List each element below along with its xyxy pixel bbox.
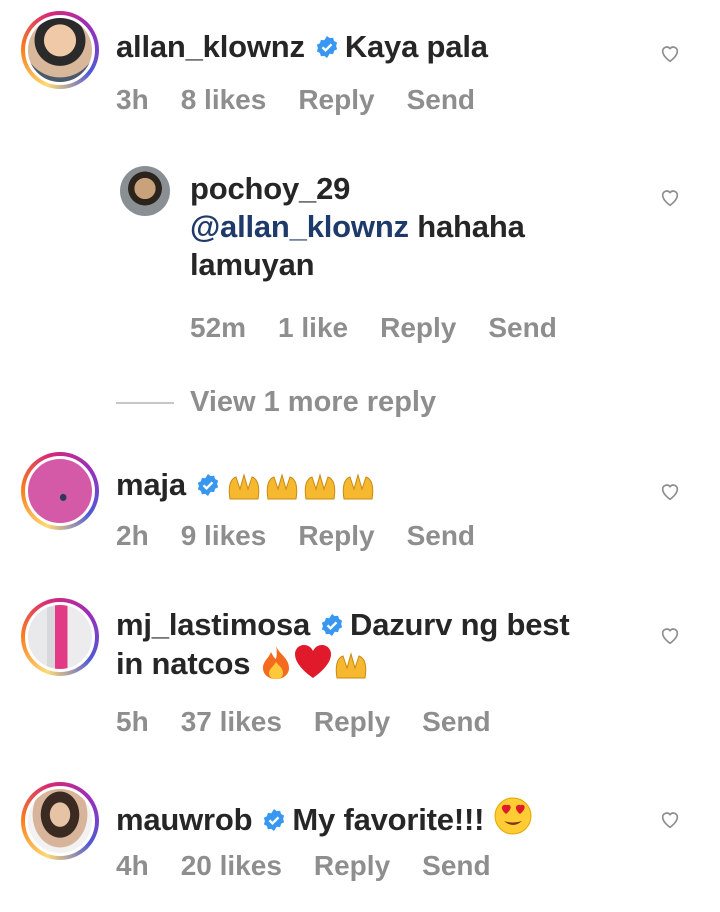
comment-body: maja [116, 466, 376, 510]
heart-outline-icon[interactable] [659, 42, 681, 64]
replies-divider [116, 402, 174, 404]
fire-emoji [259, 644, 293, 689]
comment-body: mj_lastimosa Dazurv ng best in natcos [116, 606, 570, 689]
view-more-replies-link[interactable]: View 1 more reply [190, 386, 436, 419]
red-heart-emoji [293, 644, 333, 689]
comment-meta: 3h 8 likes Reply Send [116, 84, 507, 116]
timestamp: 3h [116, 84, 149, 115]
verified-badge-icon [264, 809, 285, 831]
raised-hands-emoji [333, 648, 371, 689]
avatar [25, 456, 95, 526]
avatar [25, 786, 95, 856]
timestamp: 5h [116, 706, 149, 737]
username[interactable]: maja [116, 467, 186, 502]
comment-text: Kaya pala [344, 29, 488, 64]
verified-badge-icon [316, 36, 337, 58]
avatar-story-ring[interactable] [21, 11, 99, 89]
likes-count[interactable]: 37 likes [181, 706, 282, 738]
raised-hands-emoji [226, 469, 376, 510]
likes-count[interactable]: 20 likes [181, 850, 282, 882]
reply-meta: 52m 1 like Reply Send [190, 312, 589, 344]
heart-outline-icon[interactable] [659, 808, 681, 830]
comment-text: Dazurv ng best [350, 607, 570, 642]
avatar [25, 602, 95, 672]
mention-link[interactable]: @allan_klownz [190, 209, 409, 244]
reply-button[interactable]: Reply [314, 706, 390, 738]
send-button[interactable]: Send [422, 706, 490, 738]
send-button[interactable]: Send [488, 312, 556, 344]
comment-text: My favorite!!! [292, 802, 485, 837]
avatar [25, 15, 95, 85]
heart-outline-icon[interactable] [659, 624, 681, 646]
avatar[interactable] [120, 166, 170, 216]
reply-button[interactable]: Reply [298, 520, 374, 552]
heart-eyes-emoji [493, 796, 533, 845]
heart-outline-icon[interactable] [659, 186, 681, 208]
verified-badge-icon [321, 614, 343, 636]
username[interactable]: allan_klownz [116, 29, 305, 64]
comment-text-line2: in natcos [116, 646, 251, 681]
likes-count[interactable]: 8 likes [181, 84, 267, 116]
comment-meta: 2h 9 likes Reply Send [116, 520, 507, 552]
username[interactable]: mj_lastimosa [116, 607, 310, 642]
likes-count[interactable]: 9 likes [181, 520, 267, 552]
verified-badge-icon [197, 474, 218, 496]
reply-button[interactable]: Reply [298, 84, 374, 116]
send-button[interactable]: Send [407, 520, 475, 552]
send-button[interactable]: Send [407, 84, 475, 116]
comment-meta: 4h 20 likes Reply Send [116, 850, 523, 882]
comment-meta: 5h 37 likes Reply Send [116, 706, 523, 738]
heart-outline-icon[interactable] [659, 480, 681, 502]
reply-body: pochoy_29 @allan_klownz hahaha lamuyan [190, 170, 525, 284]
reply-text-line2: lamuyan [190, 247, 315, 282]
comment-body: allan_klownz Kaya pala [116, 28, 488, 66]
avatar-story-ring[interactable] [21, 598, 99, 676]
reply-button[interactable]: Reply [314, 850, 390, 882]
timestamp: 52m [190, 312, 247, 343]
send-button[interactable]: Send [422, 850, 490, 882]
reply-text: hahaha [417, 209, 525, 244]
likes-count[interactable]: 1 like [278, 312, 348, 344]
timestamp: 2h [116, 520, 149, 551]
timestamp: 4h [116, 850, 149, 881]
avatar-story-ring[interactable] [21, 452, 99, 530]
username[interactable]: pochoy_29 [190, 171, 350, 206]
avatar-story-ring[interactable] [21, 782, 99, 860]
reply-button[interactable]: Reply [380, 312, 456, 344]
comment-body: mauwrob My favorite!!! [116, 796, 533, 845]
username[interactable]: mauwrob [116, 802, 253, 837]
